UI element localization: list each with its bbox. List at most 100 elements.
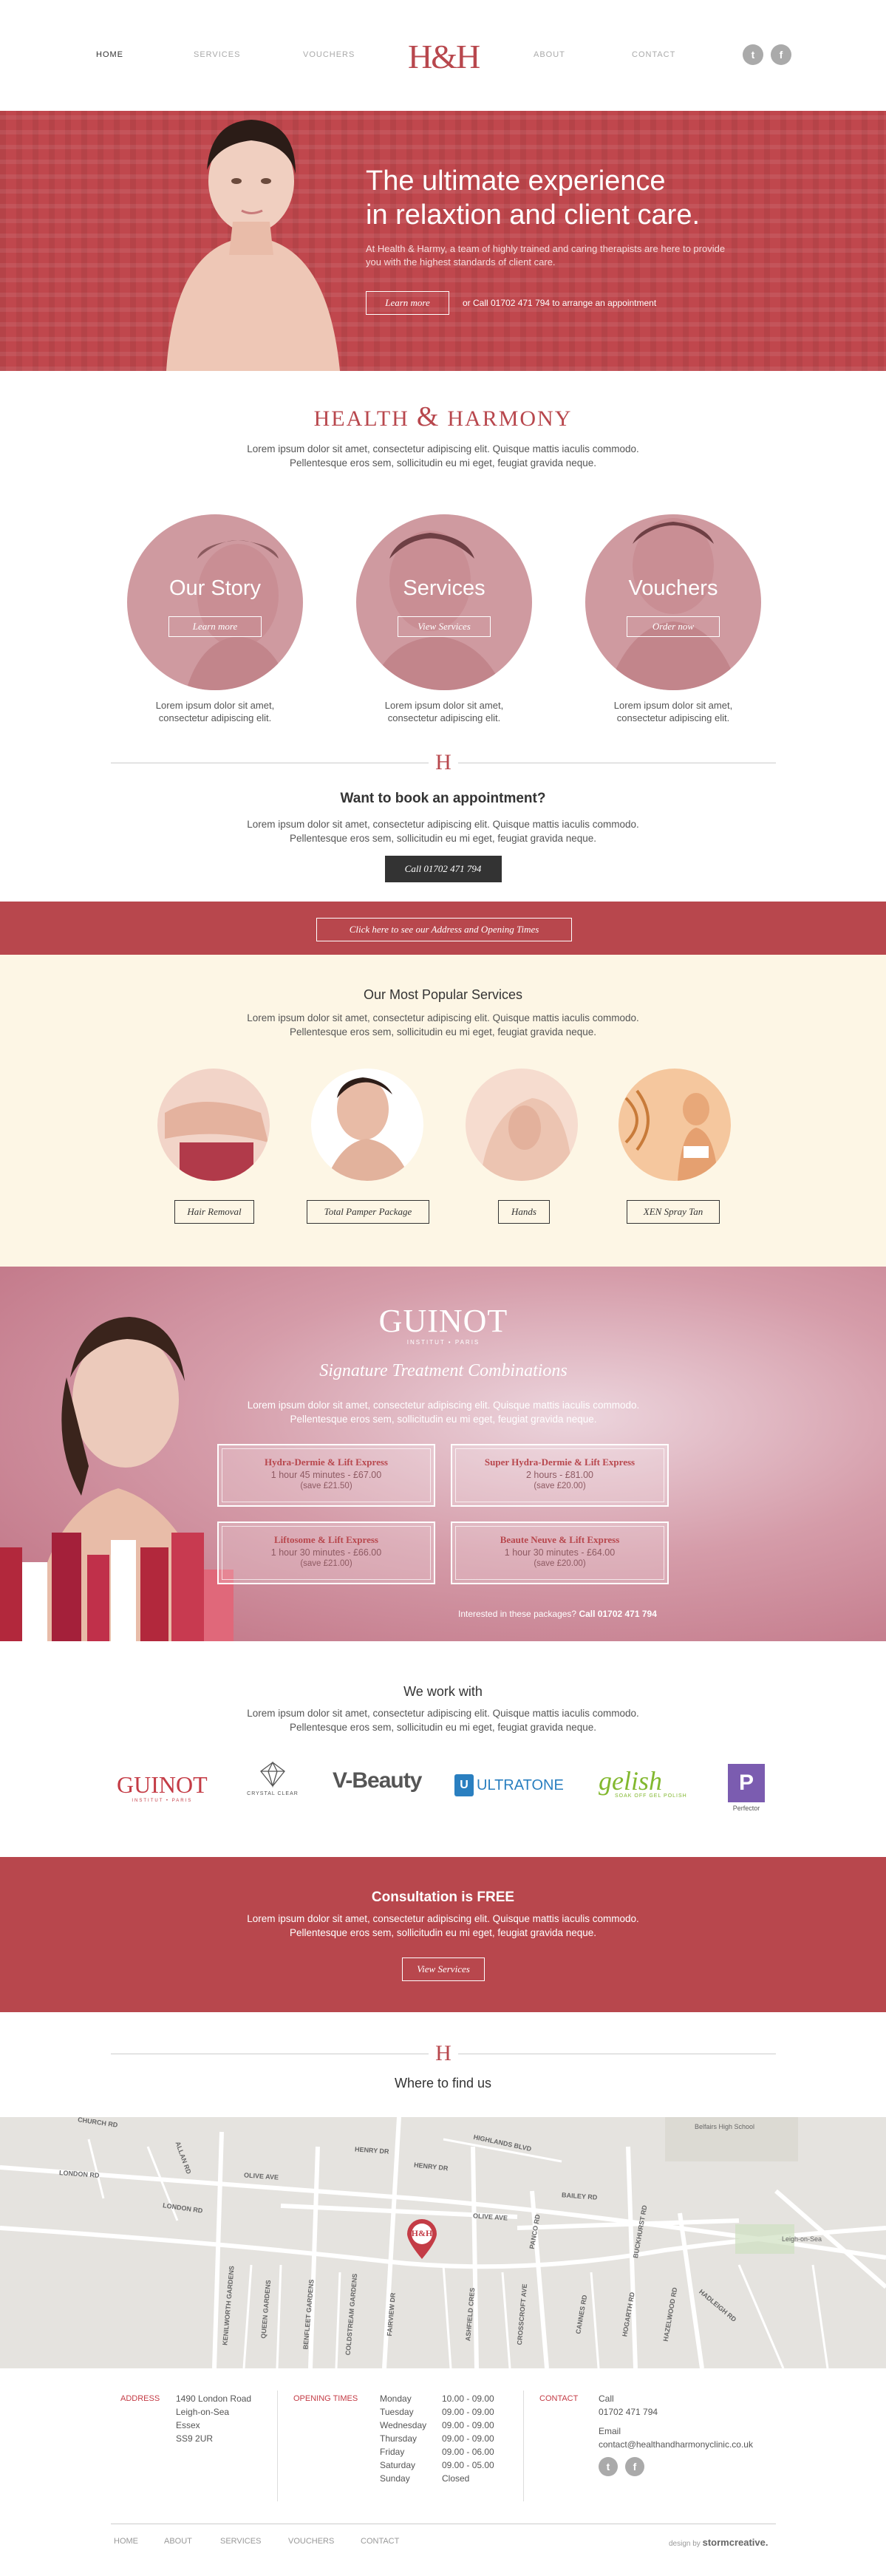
hero-title: The ultimate experience in relaxtion and…: [366, 166, 701, 231]
twitter-icon[interactable]: t: [743, 44, 763, 65]
packages-call-text: Interested in these packages? Call 01702…: [458, 1609, 657, 1619]
package-card[interactable]: Hydra-Dermie & Lift Express 1 hour 45 mi…: [217, 1444, 435, 1507]
vouchers-card[interactable]: Vouchers Order now: [585, 514, 761, 690]
hero-subtitle: At Health & Harmy, a team of highly trai…: [366, 243, 726, 268]
package-card[interactable]: Liftosome & Lift Express 1 hour 30 minut…: [217, 1522, 435, 1584]
feature-circles: Our Story Learn more Lorem ipsum dolor s…: [0, 470, 886, 723]
contact-label: CONTACT: [539, 2394, 579, 2403]
address-label: ADDRESS: [120, 2394, 160, 2403]
footer-nav-home[interactable]: HOME: [114, 2537, 138, 2546]
call-button[interactable]: Call 01702 471 794: [384, 856, 502, 882]
book-title: Want to book an appointment?: [340, 791, 546, 806]
footer-email-link[interactable]: contact@healthandharmonyclinic.co.uk: [599, 2438, 753, 2451]
hands-button[interactable]: Hands: [498, 1200, 550, 1224]
ultratone-logo[interactable]: U ULTRATONE: [454, 1774, 564, 1796]
hero-call-text: or Call 01702 471 794 to arrange an appo…: [463, 298, 657, 308]
footer: ADDRESS 1490 London Road Leigh-on-Sea Es…: [0, 2368, 886, 2560]
guinot-products: [0, 1533, 234, 1641]
facebook-icon[interactable]: f: [625, 2457, 644, 2476]
guinot-text: Lorem ipsum dolor sit amet, consectetur …: [247, 1400, 640, 1425]
design-credit[interactable]: design by stormcreative.: [669, 2537, 768, 2548]
order-now-button[interactable]: Order now: [627, 616, 720, 637]
footer-divider: [277, 2391, 278, 2501]
opening-days: Monday Tuesday Wednesday Thursday Friday…: [380, 2393, 427, 2484]
hair-removal-button[interactable]: Hair Removal: [174, 1200, 254, 1224]
guinot-model-image: [0, 1317, 234, 1641]
vouchers-image: [607, 518, 739, 690]
location-map[interactable]: CHURCH RD LONDON RD LONDON RD ALLAN RD O…: [0, 2117, 886, 2368]
footer-phone-link[interactable]: 01702 471 794: [599, 2405, 753, 2419]
nav-about[interactable]: ABOUT: [534, 50, 565, 59]
learn-more-button[interactable]: Learn more: [366, 291, 449, 315]
address-opening-times-button[interactable]: Click here to see our Address and Openin…: [316, 918, 572, 941]
top-navigation: HOME SERVICES VOUCHERS H&H ABOUT CONTACT…: [0, 0, 886, 111]
popular-text: Lorem ipsum dolor sit amet, consectetur …: [247, 1012, 639, 1037]
address-bar: Click here to see our Address and Openin…: [0, 902, 886, 955]
pamper-package-button[interactable]: Total Pamper Package: [307, 1200, 429, 1224]
map-location-pin[interactable]: H&H: [406, 2219, 438, 2260]
footer-nav-vouchers[interactable]: VOUCHERS: [288, 2537, 334, 2546]
gelish-logo[interactable]: gelish SOAK OFF GEL POLISH: [599, 1765, 687, 1799]
address-text: 1490 London Road Leigh-on-Sea Essex SS9 …: [176, 2393, 252, 2444]
view-services-button[interactable]: View Services: [402, 1957, 485, 1981]
card-caption: Lorem ipsum dolor sit amet, consectetur a…: [613, 700, 733, 723]
footer-divider: [523, 2391, 524, 2501]
guinot-logo-subtitle: INSTITUT • PARIS: [406, 1339, 480, 1346]
view-services-button[interactable]: View Services: [398, 616, 491, 637]
site-logo[interactable]: H&H: [408, 37, 480, 76]
nav-vouchers[interactable]: VOUCHERS: [303, 50, 355, 59]
package-card[interactable]: Beaute Neuve & Lift Express 1 hour 30 mi…: [451, 1522, 669, 1584]
pamper-package-image[interactable]: [311, 1069, 423, 1181]
hero-model-image: [166, 120, 340, 371]
opening-hours: 10.00 - 09.00 09.00 - 09.00 09.00 - 09.0…: [442, 2393, 494, 2484]
signature-title: Signature Treatment Combinations: [319, 1361, 568, 1380]
our-story-card[interactable]: Our Story Learn more: [127, 514, 303, 690]
footer-nav-contact[interactable]: CONTACT: [361, 2537, 399, 2546]
opening-times-label: OPENING TIMES: [293, 2394, 358, 2403]
card-label: Vouchers: [628, 576, 718, 600]
partners-text: Lorem ipsum dolor sit amet, consectetur …: [247, 1708, 639, 1733]
popular-title: Our Most Popular Services: [363, 987, 523, 1002]
intro-title: HEALTH & HARMONY: [313, 401, 573, 432]
section-divider: H: [0, 2042, 886, 2065]
hero-banner: The ultimate experience in relaxtion and…: [0, 111, 886, 371]
services-image: [371, 531, 504, 690]
footer-nav-services[interactable]: SERVICES: [220, 2537, 261, 2546]
find-us-heading: Where to find us: [0, 2076, 886, 2117]
contact-text: Call 01702 471 794 Email contact@healtha…: [599, 2393, 753, 2451]
services-card[interactable]: Services View Services: [356, 514, 532, 690]
perfector-logo[interactable]: P Perfector: [728, 1764, 765, 1812]
footer-nav-about[interactable]: ABOUT: [164, 2537, 192, 2546]
guinot-logo: GUINOT: [378, 1303, 508, 1339]
consultation-text: Lorem ipsum dolor sit amet, consectetur …: [247, 1913, 639, 1938]
our-story-button[interactable]: Learn more: [168, 616, 262, 637]
nav-services[interactable]: SERVICES: [194, 50, 240, 59]
v-beauty-logo[interactable]: V-Beauty: [333, 1768, 422, 1793]
nav-contact[interactable]: CONTACT: [632, 50, 675, 59]
nav-home[interactable]: HOME: [96, 50, 123, 59]
guinot-section: GUINOT INSTITUT • PARIS Signature Treatm…: [0, 1267, 886, 1641]
hands-image[interactable]: [466, 1069, 578, 1181]
section-divider: H: [0, 751, 886, 774]
crystal-clear-logo[interactable]: CRYSTAL CLEAR: [247, 1761, 299, 1796]
partners-section: We work with Lorem ipsum dolor sit amet,…: [0, 1641, 886, 1857]
consultation-section: Consultation is FREE Lorem ipsum dolor s…: [0, 1857, 886, 2012]
spray-tan-button[interactable]: XEN Spray Tan: [627, 1200, 720, 1224]
hair-removal-image[interactable]: [157, 1069, 270, 1181]
map-roads: [0, 2117, 886, 2368]
consultation-title: Consultation is FREE: [371, 1890, 515, 1905]
card-label: Services: [403, 576, 485, 600]
book-text: Lorem ipsum dolor sit amet, consectetur …: [247, 819, 639, 844]
partners-title: We work with: [403, 1684, 483, 1699]
popular-services-section: Our Most Popular Services Lorem ipsum do…: [0, 955, 886, 1267]
intro-section: HEALTH & HARMONY Lorem ipsum dolor sit ame…: [0, 401, 886, 470]
our-story-image: [186, 540, 290, 690]
spray-tan-image[interactable]: [619, 1069, 731, 1181]
guinot-partner-logo[interactable]: GUINOT INSTITUT • PARIS: [117, 1771, 208, 1803]
card-label: Our Story: [168, 576, 262, 600]
find-us-title: Where to find us: [394, 2076, 492, 2091]
twitter-icon[interactable]: t: [599, 2457, 618, 2476]
card-caption: Lorem ipsum dolor sit amet, consectetur a…: [155, 700, 275, 723]
facebook-icon[interactable]: f: [771, 44, 791, 65]
package-card[interactable]: Super Hydra-Dermie & Lift Express 2 hour…: [451, 1444, 669, 1507]
